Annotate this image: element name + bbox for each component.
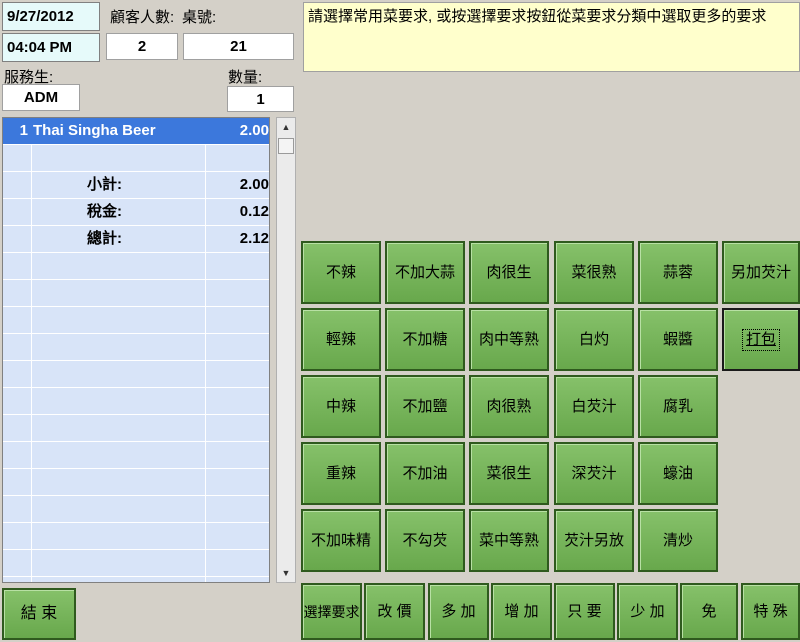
request-veg-well-done-button[interactable]: 菜很熟 bbox=[554, 241, 634, 304]
less-button[interactable]: 少 加 bbox=[617, 583, 678, 640]
request-oyster-sauce-button[interactable]: 蠔油 bbox=[638, 442, 718, 505]
order-list[interactable]: 1 Thai Singha Beer 2.00 小計: 2.00 稅金: 0.1… bbox=[2, 117, 270, 583]
quantity-field[interactable]: 1 bbox=[227, 86, 294, 112]
order-row-price: 2.00 bbox=[239, 122, 269, 139]
special-button[interactable]: 特 殊 bbox=[741, 583, 800, 640]
order-row-empty bbox=[3, 496, 269, 523]
total-row: 總計: 2.12 bbox=[3, 226, 269, 253]
order-row-empty bbox=[3, 307, 269, 334]
scroll-up-icon[interactable]: ▲ bbox=[277, 118, 295, 136]
request-very-spicy-button[interactable]: 重辣 bbox=[301, 442, 381, 505]
request-plain-stir-fry-button[interactable]: 清炒 bbox=[638, 509, 718, 572]
request-meat-well-done-button[interactable]: 肉很熟 bbox=[469, 375, 549, 438]
request-no-salt-button[interactable]: 不加鹽 bbox=[385, 375, 465, 438]
request-no-thickening-button[interactable]: 不勾芡 bbox=[385, 509, 465, 572]
order-row-empty bbox=[3, 523, 269, 550]
order-row-number: 1 bbox=[19, 122, 28, 139]
order-row-empty bbox=[3, 361, 269, 388]
table-label: 桌號: bbox=[182, 9, 217, 26]
order-row-name: Thai Singha Beer bbox=[33, 122, 156, 139]
subtotal-value: 2.00 bbox=[239, 176, 269, 193]
order-row-empty bbox=[3, 253, 269, 280]
request-sauce-on-side-button[interactable]: 芡汁另放 bbox=[554, 509, 634, 572]
request-blanched-button[interactable]: 白灼 bbox=[554, 308, 634, 371]
instruction-message: 請選擇常用菜要求, 或按選擇要求按鈕從菜要求分類中選取更多的要求 bbox=[303, 2, 800, 72]
subtotal-label: 小計: bbox=[87, 176, 122, 193]
tax-value: 0.12 bbox=[239, 203, 269, 220]
order-scrollbar[interactable]: ▲ ▼ bbox=[276, 117, 296, 583]
request-no-garlic-button[interactable]: 不加大蒜 bbox=[385, 241, 465, 304]
request-meat-medium-button[interactable]: 肉中等熟 bbox=[469, 308, 549, 371]
request-shrimp-paste-button[interactable]: 蝦醬 bbox=[638, 308, 718, 371]
request-veg-rare-button[interactable]: 菜很生 bbox=[469, 442, 549, 505]
server-field[interactable]: ADM bbox=[2, 84, 80, 111]
order-row-empty bbox=[3, 415, 269, 442]
request-white-sauce-button[interactable]: 白芡汁 bbox=[554, 375, 634, 438]
order-row-empty bbox=[3, 469, 269, 496]
quantity-label: 數量: bbox=[228, 69, 263, 86]
tax-row: 稅金: 0.12 bbox=[3, 199, 269, 226]
guests-label: 顧客人數: bbox=[110, 9, 175, 26]
time-display: 04:04 PM bbox=[2, 33, 100, 62]
finish-button[interactable]: 結 束 bbox=[2, 588, 76, 640]
subtotal-row: 小計: 2.00 bbox=[3, 172, 269, 199]
change-price-button[interactable]: 改 價 bbox=[364, 583, 425, 640]
scroll-down-icon[interactable]: ▼ bbox=[277, 564, 295, 582]
request-no-sugar-button[interactable]: 不加糖 bbox=[385, 308, 465, 371]
scroll-thumb[interactable] bbox=[278, 138, 294, 154]
takeout-label: 打包 bbox=[741, 328, 780, 351]
total-label: 總計: bbox=[87, 230, 122, 247]
only-button[interactable]: 只 要 bbox=[554, 583, 615, 640]
table-number-field[interactable]: 21 bbox=[183, 33, 294, 60]
order-row-empty bbox=[3, 334, 269, 361]
request-no-oil-button[interactable]: 不加油 bbox=[385, 442, 465, 505]
order-row-empty bbox=[3, 388, 269, 415]
request-meat-rare-button[interactable]: 肉很生 bbox=[469, 241, 549, 304]
request-mild-spicy-button[interactable]: 輕辣 bbox=[301, 308, 381, 371]
order-row-empty bbox=[3, 550, 269, 577]
request-medium-spicy-button[interactable]: 中辣 bbox=[301, 375, 381, 438]
request-garlic-paste-button[interactable]: 蒜蓉 bbox=[638, 241, 718, 304]
request-takeout-button[interactable]: 打包 bbox=[722, 308, 800, 371]
request-extra-sauce-button[interactable]: 另加芡汁 bbox=[722, 241, 800, 304]
request-no-spicy-button[interactable]: 不辣 bbox=[301, 241, 381, 304]
tax-label: 稅金: bbox=[87, 203, 122, 220]
none-button[interactable]: 免 bbox=[680, 583, 738, 640]
order-row-empty bbox=[3, 145, 269, 172]
add-button[interactable]: 增 加 bbox=[491, 583, 552, 640]
total-value: 2.12 bbox=[239, 230, 269, 247]
date-display: 9/27/2012 bbox=[2, 2, 100, 31]
more-button[interactable]: 多 加 bbox=[428, 583, 489, 640]
order-row-empty bbox=[3, 280, 269, 307]
order-row[interactable]: 1 Thai Singha Beer 2.00 bbox=[3, 118, 269, 145]
request-dark-sauce-button[interactable]: 深芡汁 bbox=[554, 442, 634, 505]
guests-count-field[interactable]: 2 bbox=[106, 33, 178, 60]
request-fermented-tofu-button[interactable]: 腐乳 bbox=[638, 375, 718, 438]
select-request-button[interactable]: 選擇要求 bbox=[301, 583, 362, 640]
request-veg-medium-button[interactable]: 菜中等熟 bbox=[469, 509, 549, 572]
request-no-msg-button[interactable]: 不加味精 bbox=[301, 509, 381, 572]
order-row-empty bbox=[3, 442, 269, 469]
